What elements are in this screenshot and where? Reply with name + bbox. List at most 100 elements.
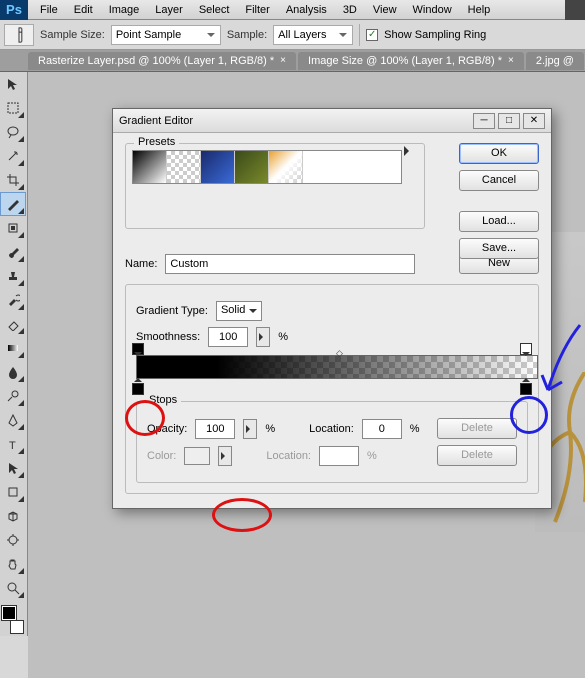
menu-file[interactable]: File: [32, 1, 66, 19]
tool-zoom[interactable]: [0, 576, 26, 600]
close-icon[interactable]: ×: [280, 55, 286, 66]
tool-brush[interactable]: [0, 240, 26, 264]
opacity-label: Opacity:: [147, 423, 187, 435]
show-ring-checkbox[interactable]: ✓: [366, 29, 378, 41]
doc-tab-2[interactable]: Image Size @ 100% (Layer 1, RGB/8) * ×: [298, 52, 524, 70]
preset-thumb[interactable]: [201, 151, 235, 183]
doc-tab-3[interactable]: 2.jpg @: [526, 52, 584, 70]
load-button[interactable]: Load...: [459, 211, 539, 232]
tool-blur[interactable]: [0, 360, 26, 384]
doc-tab-1[interactable]: Rasterize Layer.psd @ 100% (Layer 1, RGB…: [28, 52, 296, 70]
location2-unit: %: [367, 450, 377, 462]
dialog-titlebar[interactable]: Gradient Editor ─ □ ✕: [113, 109, 551, 133]
tool-eyedropper[interactable]: [0, 192, 26, 216]
delete-opacity-stop-button[interactable]: Delete: [437, 418, 517, 439]
stops-group: Stops Opacity: % Location: % Delete Colo…: [136, 401, 528, 483]
tool-crop[interactable]: [0, 168, 26, 192]
gradient-type-label: Gradient Type:: [136, 305, 208, 317]
color-well: [184, 447, 210, 465]
cancel-button[interactable]: Cancel: [459, 170, 539, 191]
menu-window[interactable]: Window: [405, 1, 460, 19]
tool-healing[interactable]: [0, 216, 26, 240]
preset-thumb[interactable]: [167, 151, 201, 183]
options-bar: Sample Size: Point Sample Sample: All La…: [0, 20, 585, 50]
menu-filter[interactable]: Filter: [237, 1, 277, 19]
menu-select[interactable]: Select: [191, 1, 238, 19]
tool-dodge[interactable]: [0, 384, 26, 408]
tool-history-brush[interactable]: [0, 288, 26, 312]
tool-gradient[interactable]: [0, 336, 26, 360]
presets-list[interactable]: [132, 150, 402, 184]
tool-eraser[interactable]: [0, 312, 26, 336]
document-tabs: Rasterize Layer.psd @ 100% (Layer 1, RGB…: [0, 50, 585, 72]
smoothness-input[interactable]: [208, 327, 248, 347]
save-button[interactable]: Save...: [459, 238, 539, 259]
tool-preset-icon[interactable]: [4, 24, 34, 46]
menu-analysis[interactable]: Analysis: [278, 1, 335, 19]
menu-help[interactable]: Help: [460, 1, 499, 19]
delete-color-stop-button: Delete: [437, 445, 517, 466]
tool-3d[interactable]: [0, 504, 26, 528]
tool-shape[interactable]: [0, 480, 26, 504]
midpoint-icon[interactable]: ◇: [336, 348, 343, 359]
opacity-stop-right[interactable]: [520, 343, 532, 355]
menu-edit[interactable]: Edit: [66, 1, 101, 19]
gradient-preview[interactable]: ◇: [136, 355, 528, 379]
opacity-flyout-icon[interactable]: [243, 419, 257, 439]
location-label: Location:: [309, 423, 354, 435]
preset-thumb[interactable]: [235, 151, 269, 183]
presets-group: Presets: [125, 143, 425, 229]
tool-3d-camera[interactable]: [0, 528, 26, 552]
menu-image[interactable]: Image: [101, 1, 148, 19]
tool-path-select[interactable]: [0, 456, 26, 480]
ok-button[interactable]: OK: [459, 143, 539, 164]
divider: [359, 24, 360, 46]
workspace-icon[interactable]: [565, 0, 585, 20]
location-input[interactable]: [362, 419, 402, 439]
dialog-title: Gradient Editor: [119, 115, 193, 127]
menu-3d[interactable]: 3D: [335, 1, 365, 19]
doc-tab-2-label: Image Size @ 100% (Layer 1, RGB/8) *: [308, 55, 502, 67]
tool-pen[interactable]: [0, 408, 26, 432]
smoothness-label: Smoothness:: [136, 331, 200, 343]
tool-marquee[interactable]: [0, 96, 26, 120]
preset-thumb[interactable]: [269, 151, 303, 183]
sample-value: All Layers: [278, 29, 326, 41]
foreground-color-swatch[interactable]: [2, 606, 16, 620]
menu-layer[interactable]: Layer: [147, 1, 191, 19]
preset-thumb[interactable]: [133, 151, 167, 183]
color-swatches[interactable]: [0, 604, 26, 636]
smoothness-flyout-icon[interactable]: [256, 327, 270, 347]
tool-move[interactable]: [0, 72, 26, 96]
location-unit: %: [410, 423, 420, 435]
color-label: Color:: [147, 450, 176, 462]
tool-hand[interactable]: [0, 552, 26, 576]
opacity-input[interactable]: [195, 419, 235, 439]
menu-view[interactable]: View: [365, 1, 405, 19]
gradient-type-select[interactable]: Solid: [216, 301, 262, 321]
location2-input: [319, 446, 359, 466]
close-icon[interactable]: ×: [508, 55, 514, 66]
color-stop-left[interactable]: [132, 379, 144, 391]
background-color-swatch[interactable]: [10, 620, 24, 634]
tool-type[interactable]: T: [0, 432, 26, 456]
color-stop-right[interactable]: [520, 379, 532, 391]
sample-size-select[interactable]: Point Sample: [111, 25, 221, 45]
name-input[interactable]: [165, 254, 415, 274]
minimize-button[interactable]: ─: [473, 113, 495, 129]
stops-label: Stops: [145, 394, 181, 406]
opacity-stop-left[interactable]: [132, 343, 144, 355]
svg-text:T: T: [9, 440, 16, 451]
tool-wand[interactable]: [0, 144, 26, 168]
show-ring-label: Show Sampling Ring: [384, 29, 486, 41]
sample-select[interactable]: All Layers: [273, 25, 353, 45]
presets-label: Presets: [134, 136, 179, 148]
tool-stamp[interactable]: [0, 264, 26, 288]
presets-flyout-icon[interactable]: [404, 146, 414, 156]
maximize-button[interactable]: □: [498, 113, 520, 129]
close-button[interactable]: ✕: [523, 113, 545, 129]
smoothness-unit: %: [278, 331, 288, 343]
app-logo: Ps: [0, 0, 28, 20]
sample-label: Sample:: [227, 29, 267, 41]
tool-lasso[interactable]: [0, 120, 26, 144]
